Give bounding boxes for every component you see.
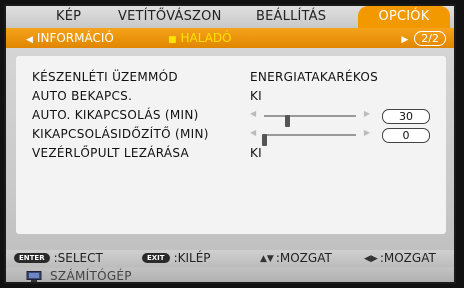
slider-track (262, 134, 356, 146)
help-move-horizontal: ◀▶:MOZGAT (364, 251, 436, 265)
help-move-v-label: :MOZGAT (275, 251, 332, 265)
sleep-timer-slider[interactable]: ◀ ▶ (250, 128, 370, 146)
slider-track (264, 115, 356, 127)
tab-vetitovaszon[interactable]: VETÍTŐVÁSZON (118, 9, 222, 24)
help-bar: ENTER:SELECT EXIT:KILÉP ▲▼:MOZGAT ◀▶:MOZ… (6, 250, 454, 267)
help-exit: EXIT:KILÉP (142, 251, 211, 265)
slider-left-icon[interactable]: ◀ (250, 109, 256, 118)
slider-knob[interactable] (262, 134, 267, 146)
row-label: VEZÉRLŐPULT LEZÁRÁSA (32, 146, 190, 160)
row-sleep-timer[interactable]: KIKAPCSOLÁSIDŐZÍTŐ (MIN) ◀ ▶ 0 (16, 127, 446, 146)
exit-key-icon: EXIT (142, 253, 170, 263)
row-value: KI (250, 146, 263, 160)
tab-opciok[interactable]: OPCIÓK (358, 6, 450, 28)
subtab-informacio-label: INFORMÁCIÓ (36, 31, 114, 45)
auto-power-off-value: 30 (382, 109, 430, 124)
row-value: KI (250, 89, 263, 103)
auto-power-off-slider[interactable]: ◀ ▶ (250, 109, 370, 127)
help-exit-label: :KILÉP (173, 251, 211, 265)
help-move-h-label: :MOZGAT (379, 251, 436, 265)
monitor-icon (26, 271, 42, 282)
source-bar: SZÁMÍTÓGÉP (6, 268, 454, 283)
page-number: 2/2 (414, 31, 446, 46)
triangle-right-icon: ▶ (401, 35, 409, 45)
bullet-icon: ■ (168, 35, 177, 45)
row-auto-power-on[interactable]: AUTO BEKAPCS. KI (16, 89, 446, 106)
row-standby-mode[interactable]: KÉSZENLÉTI ÜZEMMÓD ENERGIATAKARÉKOS (16, 70, 446, 87)
osd-menu: KÉP VETÍTŐVÁSZON BEÁLLÍTÁS OPCIÓK ◀ INFOR… (4, 4, 456, 284)
subtab-bar: ◀ INFORMÁCIÓ ■ HALADÓ ▶ 2/2 (6, 28, 454, 48)
subtab-halado-label: HALADÓ (180, 31, 232, 45)
row-label: KÉSZENLÉTI ÜZEMMÓD (32, 70, 178, 84)
slider-right-icon[interactable]: ▶ (364, 109, 370, 118)
subtab-informacio[interactable]: ◀ INFORMÁCIÓ (26, 31, 114, 45)
row-auto-power-off[interactable]: AUTO. KIKAPCSOLÁS (MIN) ◀ ▶ 30 (16, 108, 446, 127)
row-label: KIKAPCSOLÁSIDŐZÍTŐ (MIN) (32, 127, 209, 141)
row-value: ENERGIATAKARÉKOS (250, 70, 379, 84)
triangle-left-icon: ◀ (26, 35, 33, 45)
help-move-vertical: ▲▼:MOZGAT (260, 251, 332, 265)
slider-left-icon[interactable]: ◀ (250, 128, 256, 137)
up-down-arrow-icon: ▲▼ (260, 254, 274, 264)
row-keypad-lock[interactable]: VEZÉRLŐPULT LEZÁRÁSA KI (16, 146, 446, 163)
row-label: AUTO. KIKAPCSOLÁS (MIN) (32, 108, 199, 122)
slider-knob[interactable] (285, 115, 290, 127)
sleep-timer-value: 0 (382, 128, 430, 143)
tab-bar: KÉP VETÍTŐVÁSZON BEÁLLÍTÁS OPCIÓK (6, 6, 454, 28)
left-right-arrow-icon: ◀▶ (364, 254, 378, 264)
enter-key-icon: ENTER (14, 253, 50, 263)
tab-beallitas[interactable]: BEÁLLÍTÁS (256, 9, 326, 24)
page-indicator[interactable]: ▶ 2/2 (401, 31, 446, 46)
tab-kep[interactable]: KÉP (56, 9, 81, 24)
source-name: SZÁMÍTÓGÉP (50, 269, 132, 283)
settings-panel: KÉSZENLÉTI ÜZEMMÓD ENERGIATAKARÉKOS AUTO… (16, 56, 446, 234)
subtab-halado[interactable]: ■ HALADÓ (168, 31, 232, 45)
help-select-label: :SELECT (53, 251, 103, 265)
help-select: ENTER:SELECT (14, 251, 103, 265)
row-label: AUTO BEKAPCS. (32, 89, 133, 103)
slider-right-icon[interactable]: ▶ (364, 128, 370, 137)
